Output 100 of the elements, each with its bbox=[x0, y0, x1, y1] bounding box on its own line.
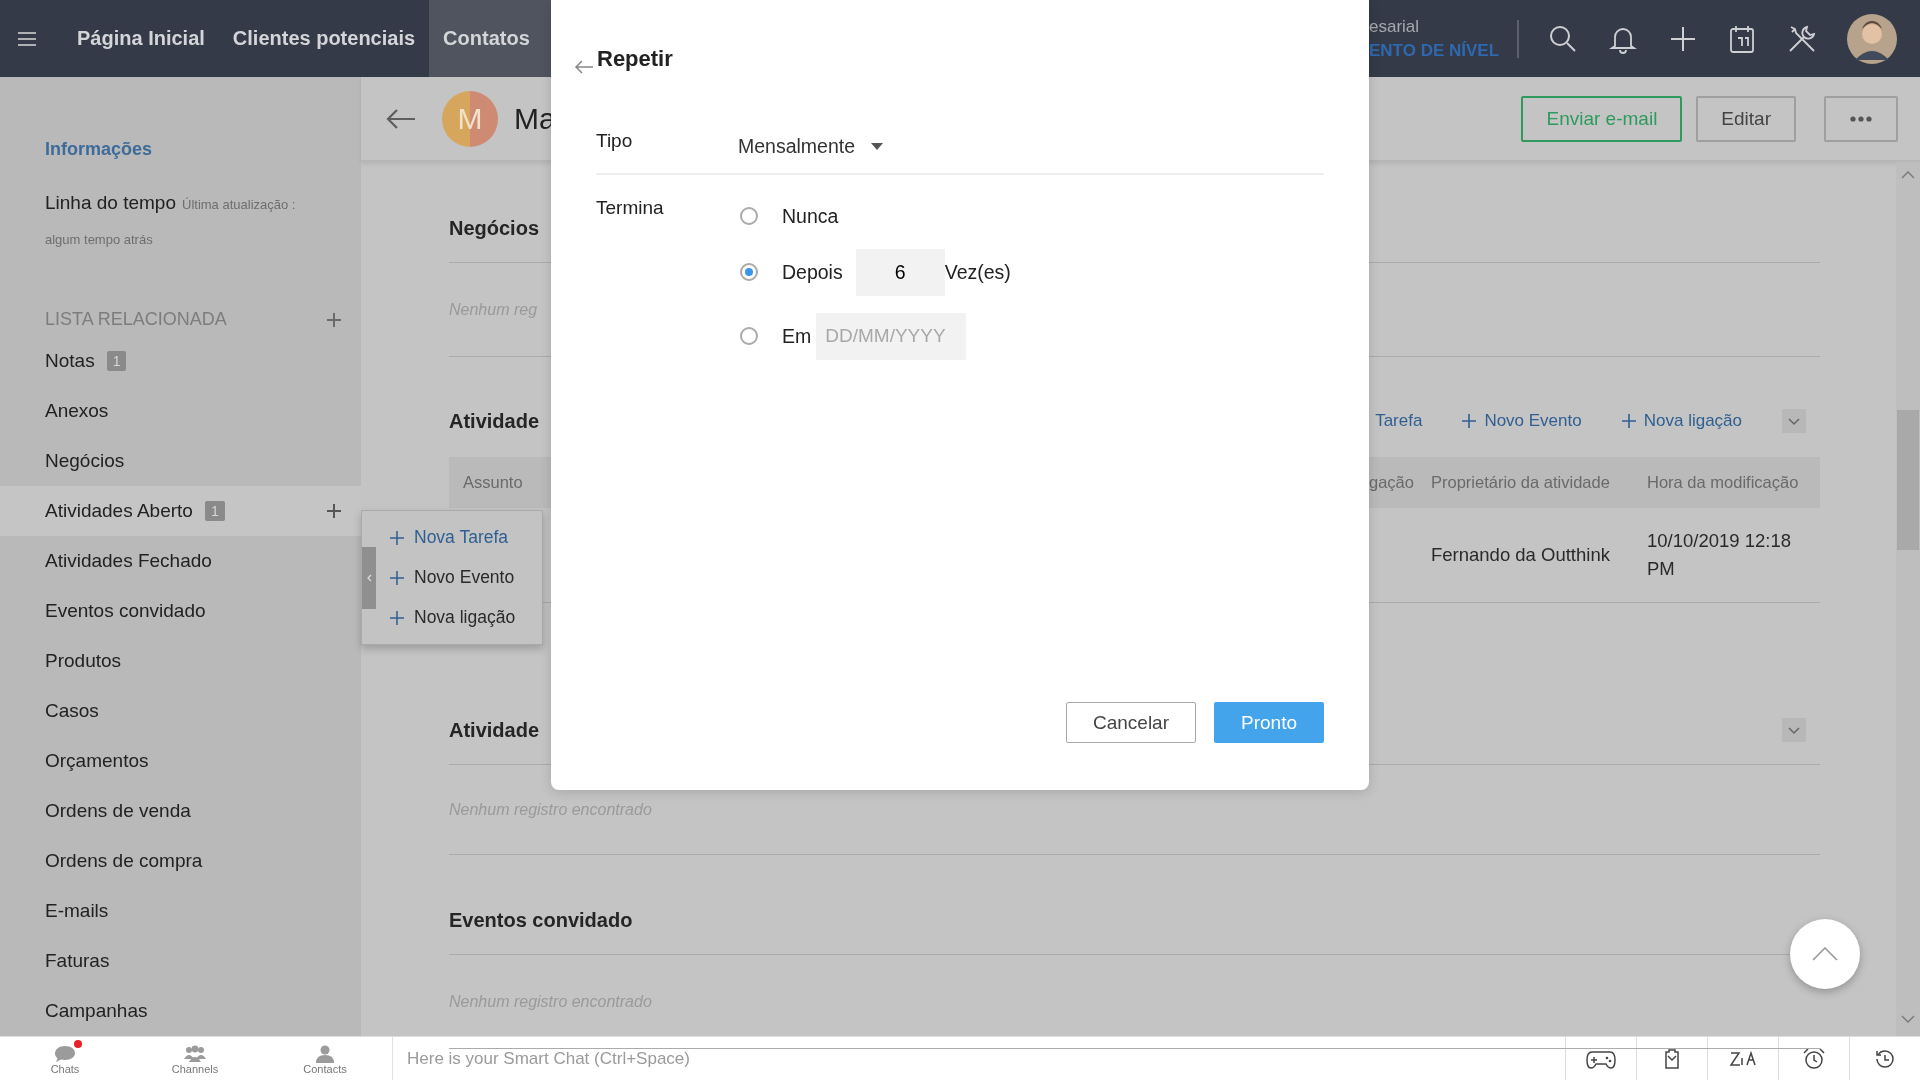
app-label: Contacts bbox=[303, 1062, 347, 1075]
section-title: Negócios bbox=[449, 217, 540, 240]
sidebar-item[interactable]: E-mails bbox=[0, 886, 361, 936]
section-title: Eventos convidado bbox=[449, 909, 633, 932]
scroll-down-icon[interactable] bbox=[1901, 1014, 1915, 1024]
chevron-up-icon bbox=[1812, 947, 1838, 961]
timeline-link[interactable]: Linha do tempo bbox=[45, 192, 176, 214]
sidebar-item[interactable]: Atividades Aberto 1 bbox=[0, 486, 361, 536]
item-label: Ordens de compra bbox=[45, 850, 203, 872]
caret-icon bbox=[871, 142, 884, 150]
table-cell-text: 10/10/2019 12:18 PM bbox=[1647, 529, 1793, 581]
radio-button[interactable] bbox=[740, 207, 758, 225]
nav-tab[interactable]: Página Inicial bbox=[63, 0, 219, 77]
item-label: Negócios bbox=[45, 450, 125, 472]
search-icon[interactable] bbox=[1548, 23, 1578, 54]
add-action-link[interactable]: Novo Evento bbox=[1462, 411, 1582, 431]
item-label: Campanhas bbox=[45, 1000, 148, 1022]
org-name: esarial bbox=[1369, 16, 1421, 37]
item-label: Notas bbox=[45, 350, 95, 372]
sidebar-item[interactable]: Ordens de venda bbox=[0, 786, 361, 836]
plus-icon bbox=[1462, 414, 1477, 428]
unit-label: Vez(es) bbox=[944, 260, 1011, 284]
scrollbar[interactable] bbox=[1896, 162, 1920, 1036]
chat-app-tab[interactable]: Channels bbox=[130, 1037, 260, 1080]
field-label: Tipo bbox=[596, 130, 634, 153]
count-badge: 1 bbox=[106, 351, 127, 371]
alarm-clock-icon[interactable] bbox=[1802, 1046, 1826, 1071]
sidebar-item[interactable]: Anexos bbox=[0, 386, 361, 436]
avatar[interactable] bbox=[1847, 13, 1897, 64]
add-icon[interactable] bbox=[326, 311, 342, 328]
column-header: Proprietário da atividade bbox=[1431, 473, 1611, 492]
table-cell-text: Fernando da Outthink bbox=[1431, 544, 1611, 566]
item-label: Atividades Aberto bbox=[45, 500, 193, 522]
column-header: Assunto bbox=[462, 473, 524, 492]
item-label: Eventos convidado bbox=[45, 600, 206, 622]
sidebar-item[interactable]: Produtos bbox=[0, 636, 361, 686]
column-header: Hora da modificação bbox=[1647, 473, 1800, 492]
plus-icon bbox=[390, 570, 404, 585]
sidebar-item[interactable]: Orçamentos bbox=[0, 736, 361, 786]
item-label: Ordens de venda bbox=[45, 800, 191, 822]
sidebar-item[interactable]: Casos bbox=[0, 686, 361, 736]
group-icon bbox=[184, 1044, 206, 1063]
item-label: Atividades Fechado bbox=[45, 550, 212, 572]
sidebar-item[interactable]: Negócios bbox=[0, 436, 361, 486]
back-arrow-icon[interactable] bbox=[574, 60, 594, 74]
sidebar-item[interactable]: Campanhas bbox=[0, 986, 361, 1036]
scroll-top-button[interactable] bbox=[1790, 919, 1860, 989]
sidebar-item[interactable]: Notas 1 bbox=[0, 336, 361, 386]
menu-item[interactable]: Nova Tarefa bbox=[390, 527, 542, 548]
section-title: Atividade bbox=[449, 719, 540, 742]
scroll-thumb[interactable] bbox=[1897, 410, 1919, 550]
option-label: Depois bbox=[782, 260, 843, 284]
app-label: Chats bbox=[50, 1062, 80, 1075]
more-icon bbox=[1850, 115, 1872, 122]
count-field[interactable]: 6 bbox=[855, 248, 945, 296]
scroll-up-icon[interactable] bbox=[1901, 170, 1915, 180]
plus-icon bbox=[1621, 414, 1636, 428]
sidebar-item[interactable]: Eventos convidado bbox=[0, 586, 361, 636]
option-label: Nunca bbox=[782, 204, 839, 228]
column-header: gação bbox=[1369, 473, 1415, 492]
sidebar-item[interactable]: Faturas bbox=[0, 936, 361, 986]
back-arrow-icon[interactable] bbox=[386, 107, 416, 130]
item-label: Orçamentos bbox=[45, 750, 149, 772]
field-label: Termina bbox=[596, 197, 665, 220]
sidebar-item[interactable]: Ordens de compra bbox=[0, 836, 361, 886]
chat-bubble-icon bbox=[54, 1044, 76, 1063]
count-badge: 1 bbox=[204, 501, 225, 521]
add-action-link[interactable]: Nova ligação bbox=[1621, 411, 1742, 431]
menu-icon[interactable] bbox=[17, 30, 37, 47]
menu-item[interactable]: Novo Evento bbox=[390, 567, 542, 588]
clipboard-icon[interactable] bbox=[1662, 1047, 1682, 1070]
record-button[interactable]: Editar bbox=[1696, 95, 1796, 142]
type-dropdown[interactable]: Mensalmente bbox=[738, 130, 884, 160]
dialog-title: Repetir bbox=[597, 46, 673, 72]
gamepad-icon[interactable] bbox=[1586, 1048, 1616, 1069]
dialog-button[interactable]: Cancelar bbox=[1066, 702, 1196, 743]
item-label: Casos bbox=[45, 700, 99, 722]
add-action-link[interactable]: Tarefa bbox=[1375, 411, 1423, 431]
section-title: Atividade bbox=[449, 410, 540, 433]
radio-button[interactable] bbox=[740, 263, 758, 281]
collapse-handle[interactable] bbox=[362, 547, 376, 609]
date-field[interactable]: DD/MM/YYYY bbox=[816, 312, 967, 360]
chat-app-tab[interactable]: Chats bbox=[0, 1037, 130, 1080]
menu-item[interactable]: Nova ligação bbox=[390, 607, 542, 628]
radio-button[interactable] bbox=[740, 327, 758, 345]
record-avatar: M bbox=[442, 90, 498, 147]
nav-tab[interactable]: Clientes potenciais bbox=[218, 0, 430, 77]
app-label: Channels bbox=[171, 1062, 219, 1075]
option-label: Em bbox=[782, 324, 812, 348]
nav-tab[interactable]: Contatos bbox=[429, 0, 551, 77]
plus-icon bbox=[390, 610, 404, 625]
sidebar-item[interactable]: Atividades Fechado bbox=[0, 536, 361, 586]
update-time: algum tempo atrás bbox=[45, 232, 154, 247]
add-icon[interactable] bbox=[326, 503, 342, 519]
calendar-icon[interactable] bbox=[1728, 23, 1756, 54]
chat-app-tab[interactable]: Contacts bbox=[260, 1037, 390, 1080]
item-label: E-mails bbox=[45, 900, 109, 922]
item-label: Faturas bbox=[45, 950, 110, 972]
plus-icon bbox=[390, 530, 404, 545]
related-heading: LISTA RELACIONADA bbox=[45, 309, 227, 330]
